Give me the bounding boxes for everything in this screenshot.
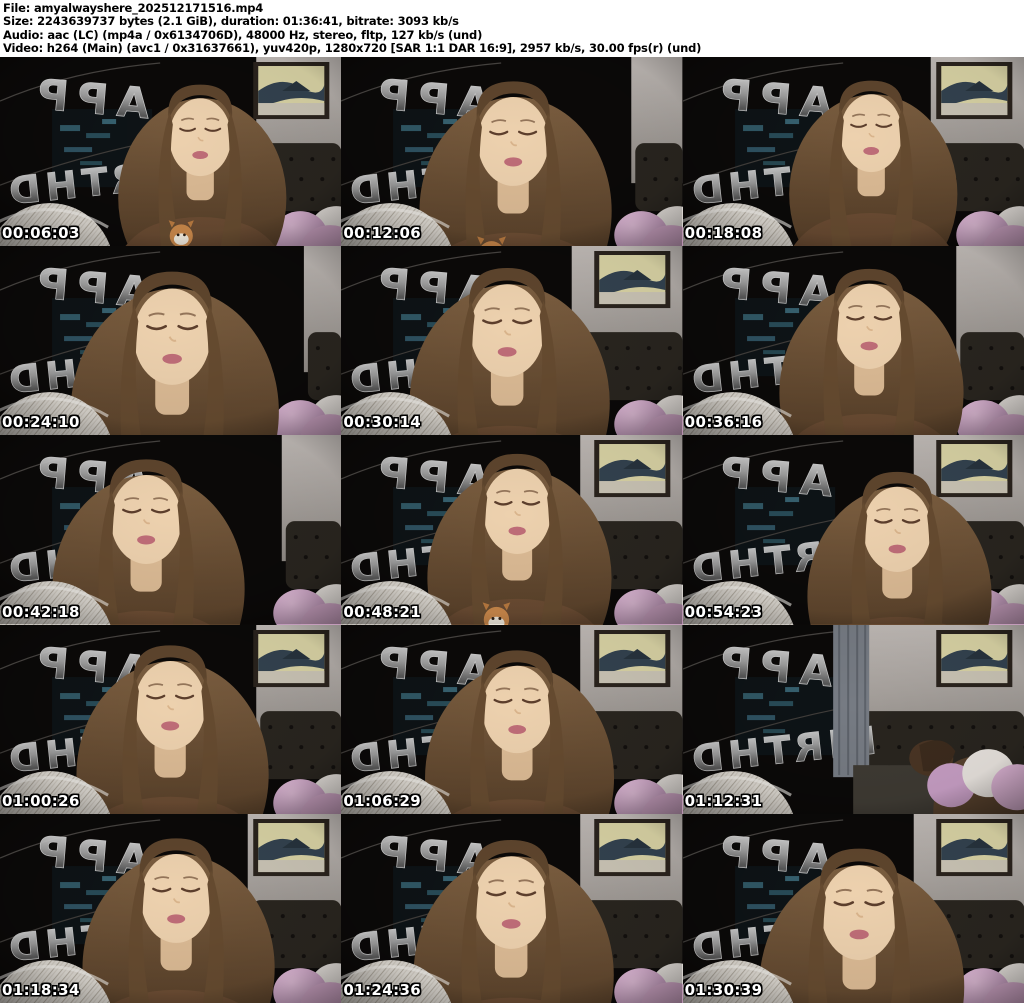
frame-timestamp-label: 01:12:31 <box>684 791 763 810</box>
video-info-line: Video: h264 (Main) (avc1 / 0x31637661), … <box>3 41 702 56</box>
frame-timestamp-label: 01:18:34 <box>2 980 80 999</box>
frame-timestamp-label: 00:36:16 <box>684 413 763 432</box>
frame-timestamp-label: 00:24:10 <box>2 413 80 432</box>
video-frame-thumbnail: APPBIRTHD00:36:16 <box>682 246 1024 436</box>
frame-timestamp-label: 00:12:06 <box>343 224 422 243</box>
frame-timestamp-label: 01:00:26 <box>2 791 80 810</box>
frame-timestamp-label: 00:30:14 <box>343 413 422 432</box>
video-frame-image: APPBIRTHD <box>682 435 1024 625</box>
video-frame-image: APPBIRTHD <box>682 813 1024 1003</box>
video-frame-thumbnail: APPBIRTHD00:24:10 <box>0 246 342 436</box>
frame-timestamp-label: 01:24:36 <box>343 980 422 999</box>
media-info-header: File: amyalwayshere_202512171516.mp4 Siz… <box>0 0 1024 57</box>
video-frame-thumbnail: APPBIRTHD01:06:29 <box>341 624 683 814</box>
frame-timestamp-label: 01:30:39 <box>684 980 763 999</box>
video-contact-sheet: File: amyalwayshere_202512171516.mp4 Siz… <box>0 0 1024 1003</box>
size-info-line: Size: 2243639737 bytes (2.1 GiB), durati… <box>3 14 459 29</box>
frame-timestamp-label: 01:06:29 <box>343 791 422 810</box>
video-frame-thumbnail: APPBIRTHD00:42:18 <box>0 435 342 625</box>
video-frame-thumbnail: APPBIRTHD01:30:39 <box>682 813 1024 1003</box>
video-frame-thumbnail: APPBIRTHD00:30:14 <box>341 246 683 436</box>
frame-timestamp-label: 00:54:23 <box>684 602 763 621</box>
video-frame-thumbnail: APPBIRTHD01:12:31 <box>682 624 1024 814</box>
video-frame-image: APPBIRTHD <box>682 57 1024 247</box>
frame-timestamp-label: 00:18:08 <box>684 224 763 243</box>
video-frame-image: APPBIRTHD <box>341 813 683 1003</box>
video-frame-image: APPBIRTHD <box>0 246 342 436</box>
video-frame-image: APPBIRTHD <box>341 435 683 625</box>
file-info-line: File: amyalwayshere_202512171516.mp4 <box>3 1 264 15</box>
video-frame-thumbnail: APPBIRTHD01:24:36 <box>341 813 683 1003</box>
thumbnail-grid: APPBIRTHD00:06:03APPBIRTHD00:12:06APPBIR… <box>0 57 1024 1003</box>
frame-timestamp-label: 00:42:18 <box>2 602 80 621</box>
video-frame-thumbnail: APPBIRTHD00:18:08 <box>682 57 1024 247</box>
video-frame-thumbnail: APPBIRTHD00:54:23 <box>682 435 1024 625</box>
video-frame-thumbnail: APPBIRTHD01:18:34 <box>0 813 342 1003</box>
frame-timestamp-label: 00:06:03 <box>2 224 80 243</box>
video-frame-thumbnail: APPBIRTHD00:48:21 <box>341 435 683 625</box>
video-frame-image: APPBIRTHD <box>341 57 683 247</box>
video-frame-thumbnail: APPBIRTHD00:12:06 <box>341 57 683 247</box>
video-frame-image: APPBIRTHD <box>682 246 1024 436</box>
video-frame-image: APPBIRTHD <box>0 57 342 247</box>
video-frame-image: APPBIRTHD <box>0 435 342 625</box>
video-frame-thumbnail: APPBIRTHD01:00:26 <box>0 624 342 814</box>
audio-info-line: Audio: aac (LC) (mp4a / 0x6134706D), 480… <box>3 27 483 42</box>
video-frame-image: APPBIRTHD <box>0 624 342 814</box>
video-frame-image: APPBIRTHD <box>341 624 683 814</box>
video-frame-thumbnail: APPBIRTHD00:06:03 <box>0 57 342 247</box>
video-frame-image: APPBIRTHD <box>682 624 1024 814</box>
video-frame-image: APPBIRTHD <box>341 246 683 436</box>
video-frame-image: APPBIRTHD <box>0 813 342 1003</box>
frame-timestamp-label: 00:48:21 <box>343 602 422 621</box>
